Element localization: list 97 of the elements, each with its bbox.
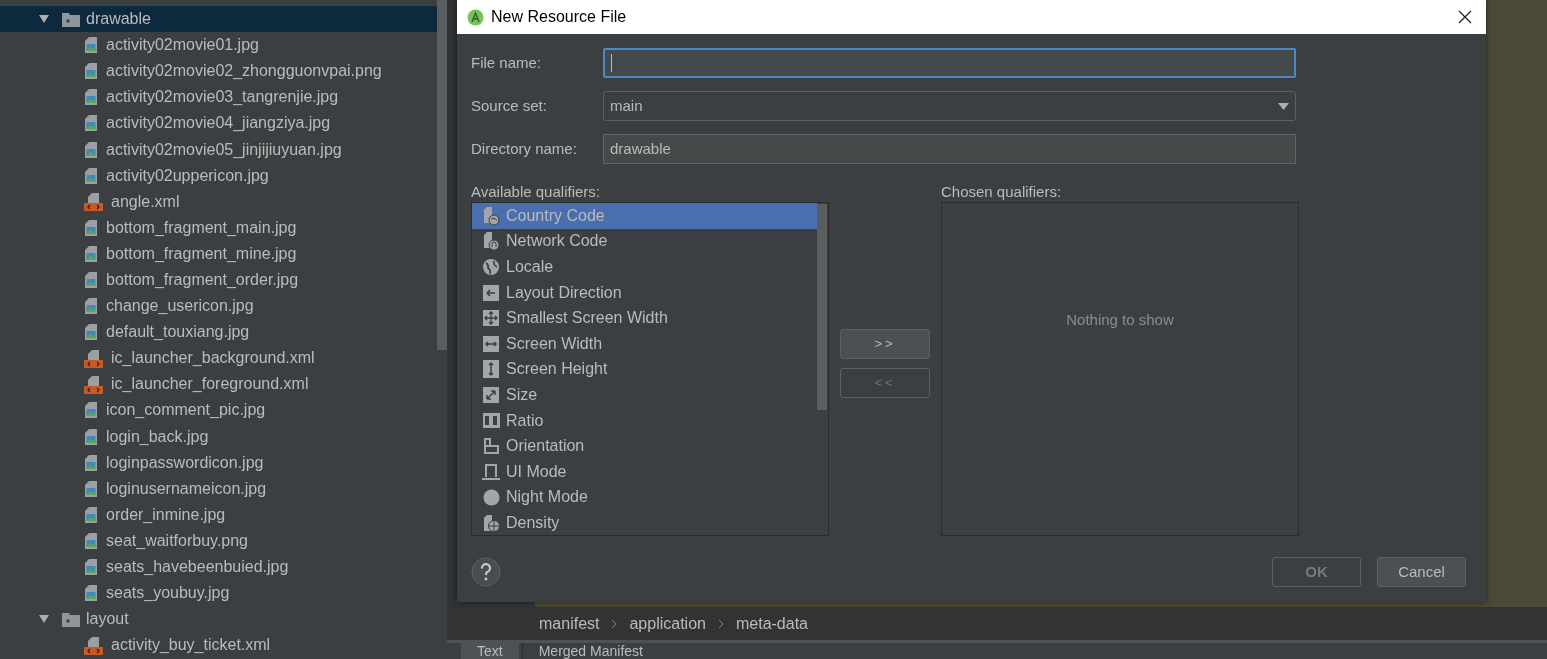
four-way-arrows-icon (483, 310, 499, 327)
tree-item[interactable]: login_back.jpg (0, 423, 437, 450)
help-icon[interactable] (471, 557, 501, 587)
xml-file-icon (84, 192, 103, 212)
vertical-arrows-icon (483, 360, 499, 379)
field-label: Directory name: (471, 138, 578, 159)
qualifier-item[interactable]: Ratio (472, 407, 817, 434)
tree-item[interactable]: ic_launcher_foreground.xml (0, 371, 437, 398)
scrollbar-thumb[interactable] (437, 0, 447, 350)
qualifier-item[interactable]: Density (472, 510, 817, 535)
image-file-icon (84, 297, 98, 316)
globe-file-icon (482, 205, 500, 226)
image-file-icon (84, 166, 98, 185)
tree-item[interactable]: loginusernameicon.jpg (0, 475, 437, 502)
breadcrumb-item[interactable]: application (629, 611, 706, 636)
breadcrumb-item[interactable]: manifest (539, 611, 600, 636)
image-file-icon (84, 505, 98, 524)
tree-item[interactable]: angle.xml (0, 188, 437, 215)
globe-icon (482, 258, 500, 276)
tree-item[interactable]: icon_comment_pic.jpg (0, 397, 437, 424)
image-file-icon (84, 140, 98, 159)
dropdown-caret-icon (1278, 102, 1289, 110)
image-file-icon (84, 114, 98, 133)
text-caret (611, 54, 612, 72)
tree-item[interactable]: bottom_fragment_mine.jpg (0, 240, 437, 267)
section-label: Available qualifiers: (471, 182, 601, 201)
tree-item[interactable]: activity02movie01.jpg (0, 32, 437, 59)
tree-item[interactable]: seats_havebeenbuied.jpg (0, 553, 437, 581)
tree-item[interactable]: loginpasswordicon.jpg (0, 449, 437, 476)
tree-item[interactable]: order_inmine.jpg (0, 501, 437, 528)
source-set-dropdown[interactable]: main (603, 91, 1296, 121)
image-file-icon (84, 427, 98, 446)
tree-item[interactable]: seat_waitforbuy.png (0, 527, 437, 554)
tree-item[interactable]: activity02movie03_tangrenjie.jpg (0, 84, 437, 111)
qualifier-item[interactable]: Night Mode (472, 484, 817, 511)
empty-list-text: Nothing to show (1066, 310, 1174, 330)
tree-item[interactable]: activity02uppericon.jpg (0, 162, 437, 189)
breadcrumb-item[interactable]: meta-data (735, 611, 808, 636)
close-icon[interactable] (1458, 10, 1472, 24)
image-file-icon (84, 218, 98, 237)
qualifier-item[interactable]: Screen Width (472, 330, 817, 357)
qualifier-item[interactable]: Size (472, 382, 817, 408)
diagonal-arrows-icon (483, 386, 499, 403)
folder-icon (62, 611, 80, 627)
horizontal-arrows-icon (483, 335, 499, 352)
image-file-icon (84, 36, 98, 55)
tree-item[interactable]: bottom_fragment_main.jpg (0, 214, 437, 241)
qualifier-item[interactable]: Orientation (472, 433, 817, 459)
tree-item[interactable]: drawable (0, 6, 437, 33)
image-file-icon (84, 584, 98, 603)
qualifier-item[interactable]: Locale (472, 254, 817, 280)
image-file-icon (84, 453, 98, 472)
app-logo-icon (467, 8, 484, 26)
scrollbar-thumb[interactable] (817, 204, 827, 410)
text-field[interactable] (603, 48, 1296, 78)
image-file-icon (84, 323, 98, 342)
tree-item[interactable]: activity02movie04_jiangziya.jpg (0, 110, 437, 137)
image-file-icon (84, 479, 98, 498)
editor-tab[interactable]: Text (461, 643, 519, 659)
qualifier-item[interactable]: Screen Height (472, 356, 817, 383)
grid-globe-file-icon (482, 513, 500, 532)
image-file-icon (84, 531, 98, 550)
tree-item[interactable]: seats_youbuy.jpg (0, 580, 437, 607)
text-field[interactable]: drawable (603, 134, 1296, 164)
tree-item[interactable]: ic_launcher_background.xml (0, 345, 437, 372)
image-file-icon (84, 401, 98, 420)
field-label: Source set: (471, 95, 548, 116)
dialog-title: New Resource File (491, 7, 628, 27)
qualifier-item[interactable]: Layout Direction (472, 279, 817, 306)
tree-item[interactable]: change_usericon.jpg (0, 293, 437, 320)
field-label: File name: (471, 52, 543, 73)
ratio-icon (482, 413, 500, 429)
orientation-icon (482, 437, 500, 456)
tree-item[interactable]: layout (0, 606, 437, 633)
chevron-right-icon (717, 618, 724, 629)
tree-item[interactable]: default_touxiang.jpg (0, 319, 437, 346)
xml-file-icon (84, 348, 103, 368)
image-file-icon (84, 558, 98, 576)
qualifier-item[interactable]: Smallest Screen Width (472, 305, 817, 331)
xml-file-icon (84, 374, 103, 394)
tree-item[interactable]: activity02movie02_zhongguonvpai.png (0, 58, 437, 85)
move-button[interactable]: >> (840, 329, 930, 359)
image-file-icon (84, 88, 98, 107)
xml-file-icon (84, 635, 103, 655)
tree-item[interactable]: bottom_fragment_order.jpg (0, 266, 437, 294)
tree-item[interactable]: activity02movie05_jinjijiuyuan.jpg (0, 136, 437, 163)
qualifier-item[interactable]: Network Code (472, 228, 817, 255)
chevron-right-icon (611, 618, 618, 629)
image-file-icon (84, 271, 98, 289)
section-label: Chosen qualifiers: (941, 182, 1063, 201)
tree-item[interactable]: activity_buy_ticket.xml (0, 632, 437, 659)
folder-icon (62, 11, 80, 27)
image-file-icon (84, 62, 98, 81)
qualifier-item[interactable]: UI Mode (472, 458, 817, 485)
dialog-button[interactable]: Cancel (1377, 557, 1466, 587)
signal-file-icon (482, 231, 500, 252)
image-file-icon (84, 244, 98, 263)
